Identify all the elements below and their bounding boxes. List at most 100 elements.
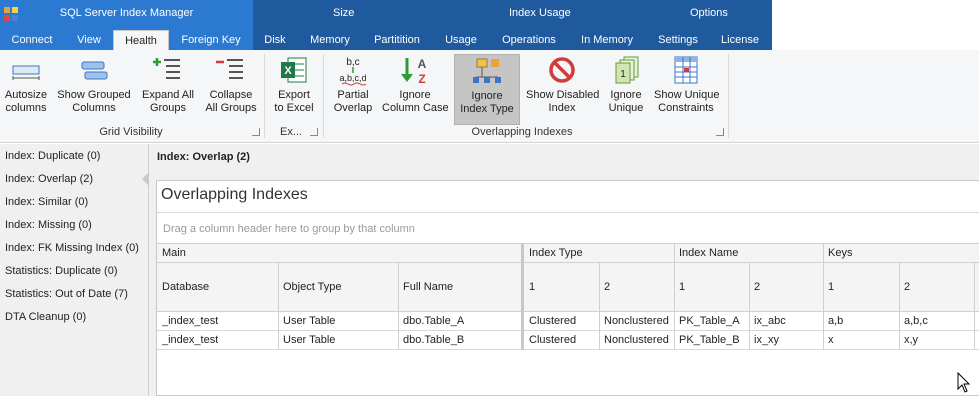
table-cell[interactable]: _index_test [162, 334, 218, 346]
table-cell[interactable]: dbo.Table_B [403, 334, 464, 346]
partial-overlap-button[interactable]: b,c a,b,c,d Partial Overlap [330, 54, 376, 124]
excel-icon: X [281, 57, 307, 83]
table-cell[interactable]: ix_abc [754, 315, 786, 327]
column-header-database[interactable]: Database [162, 281, 209, 293]
grid-title: Overlapping Indexes [161, 186, 308, 203]
band-main[interactable]: Main [162, 247, 186, 259]
ignore-type-label: Ignore [471, 90, 503, 102]
column-header-index-name-1[interactable]: 1 [679, 281, 685, 293]
ignore-type-label-2: Index Type [460, 103, 514, 115]
ignore-column-case-button[interactable]: A Z Ignore Column Case [382, 54, 449, 124]
collapse-label: Collapse [209, 89, 253, 101]
tab-foreign-key[interactable]: Foreign Key [176, 30, 246, 50]
unique-constraints-icon [674, 56, 698, 84]
table-cell[interactable]: a,b [828, 315, 843, 327]
table-cell[interactable]: User Table [283, 334, 335, 346]
sort-az-icon: A Z [401, 57, 427, 86]
export-launcher-icon[interactable] [310, 128, 318, 136]
nav-item-index-duplicate[interactable]: Index: Duplicate (0) [5, 150, 100, 162]
show-grouped-label-2: Columns [72, 102, 116, 114]
show-unique-constraints-button[interactable]: Show Unique Constraints [654, 54, 720, 124]
table-cell[interactable]: PK_Table_B [679, 334, 740, 346]
nav-item-statistics-out-of-date[interactable]: Statistics: Out of Date (7) [5, 288, 128, 300]
grid-visibility-launcher-icon[interactable] [252, 128, 260, 136]
ribbon-panel: Autosize columns Show Grouped Columns Ex… [0, 50, 979, 143]
tab-health[interactable]: Health [113, 30, 169, 51]
table-cell[interactable]: Clustered [529, 315, 576, 327]
expand-groups-icon [153, 58, 180, 79]
overlapping-launcher-icon[interactable] [716, 128, 724, 136]
show-disabled-label: Show Disabled [526, 89, 600, 101]
tab-operations[interactable]: Operations [499, 30, 559, 50]
column-header-index-type-1[interactable]: 1 [529, 281, 535, 293]
tab-license[interactable]: License [717, 30, 763, 50]
autosize-columns-button[interactable]: Autosize columns [2, 54, 50, 124]
group-by-hint: Drag a column header here to group by th… [163, 223, 415, 235]
column-divider [599, 263, 600, 350]
column-header-index-name-2[interactable]: 2 [754, 281, 760, 293]
group-label-export: Ex... [279, 126, 302, 138]
table-cell[interactable]: User Table [283, 315, 335, 327]
tab-disk[interactable]: Disk [258, 30, 292, 50]
tab-in-memory[interactable]: In Memory [577, 30, 637, 50]
ignore-index-type-button[interactable]: Ignore Index Type [454, 54, 520, 125]
table-cell[interactable]: ix_xy [754, 334, 779, 346]
page-title: Index: Overlap (2) [157, 151, 250, 163]
nav-item-index-fk-missing[interactable]: Index: FK Missing Index (0) [5, 242, 139, 254]
svg-text:A: A [418, 57, 427, 71]
svg-text:1: 1 [620, 69, 626, 80]
group-separator [728, 54, 729, 138]
ignore-case-label: Ignore [399, 89, 431, 101]
ignore-unique-button[interactable]: 1 Ignore Unique [604, 54, 648, 124]
show-disabled-label-2: Index [548, 102, 576, 114]
partial-label-2: Overlap [333, 102, 373, 114]
band-divider [674, 243, 675, 350]
nav-item-statistics-duplicate[interactable]: Statistics: Duplicate (0) [5, 265, 117, 277]
table-cell[interactable]: Clustered [529, 334, 576, 346]
column-divider [974, 263, 975, 350]
show-unique-label: Show Unique [654, 89, 720, 101]
group-separator [264, 54, 265, 138]
collapse-all-groups-button[interactable]: Collapse All Groups [203, 54, 259, 124]
band-keys[interactable]: Keys [828, 247, 852, 259]
column-header-keys-1[interactable]: 1 [828, 281, 834, 293]
export-to-excel-button[interactable]: X Export to Excel [270, 54, 318, 124]
table-cell[interactable]: x,y [904, 334, 918, 346]
column-divider [899, 263, 900, 350]
tab-settings[interactable]: Settings [653, 30, 703, 50]
row-divider [157, 330, 979, 331]
column-header-row [157, 263, 979, 312]
show-grouped-columns-button[interactable]: Show Grouped Columns [57, 54, 131, 124]
expand-all-groups-button[interactable]: Expand All Groups [139, 54, 197, 124]
show-disabled-index-button[interactable]: Show Disabled Index [526, 54, 600, 124]
nav-item-index-similar[interactable]: Index: Similar (0) [5, 196, 88, 208]
column-header-full-name[interactable]: Full Name [403, 281, 453, 293]
nav-item-index-overlap[interactable]: Index: Overlap (2) [5, 173, 93, 185]
group-separator [323, 54, 324, 138]
band-index-type[interactable]: Index Type [529, 247, 583, 259]
table-cell[interactable]: dbo.Table_A [403, 315, 464, 327]
table-cell[interactable]: x [828, 334, 834, 346]
tab-connect[interactable]: Connect [4, 30, 60, 50]
tab-partitition[interactable]: Partitition [369, 30, 425, 50]
table-cell[interactable]: Nonclustered [604, 334, 669, 346]
export-label-2: to Excel [274, 102, 314, 114]
table-cell[interactable]: a,b,c [904, 315, 928, 327]
nav-item-index-missing[interactable]: Index: Missing (0) [5, 219, 92, 231]
column-divider [398, 263, 399, 350]
tab-memory[interactable]: Memory [305, 30, 355, 50]
title-bar: SQL Server Index Manager Size Index Usag… [0, 0, 979, 30]
nav-item-dta-cleanup[interactable]: DTA Cleanup (0) [5, 311, 86, 323]
table-cell[interactable]: _index_test [162, 315, 218, 327]
column-header-keys-2[interactable]: 2 [904, 281, 910, 293]
tab-view[interactable]: View [68, 30, 110, 50]
table-cell[interactable]: Nonclustered [604, 315, 669, 327]
group-by-panel[interactable]: Drag a column header here to group by th… [157, 212, 979, 243]
column-header-index-type-2[interactable]: 2 [604, 281, 610, 293]
table-cell[interactable]: PK_Table_A [679, 315, 740, 327]
band-index-name[interactable]: Index Name [679, 247, 738, 259]
column-header-object-type[interactable]: Object Type [283, 281, 342, 293]
partial-overlap-icon: b,c a,b,c,d [339, 57, 367, 86]
group-label-grid-visibility: Grid Visibility [99, 126, 163, 138]
tab-usage[interactable]: Usage [441, 30, 481, 50]
